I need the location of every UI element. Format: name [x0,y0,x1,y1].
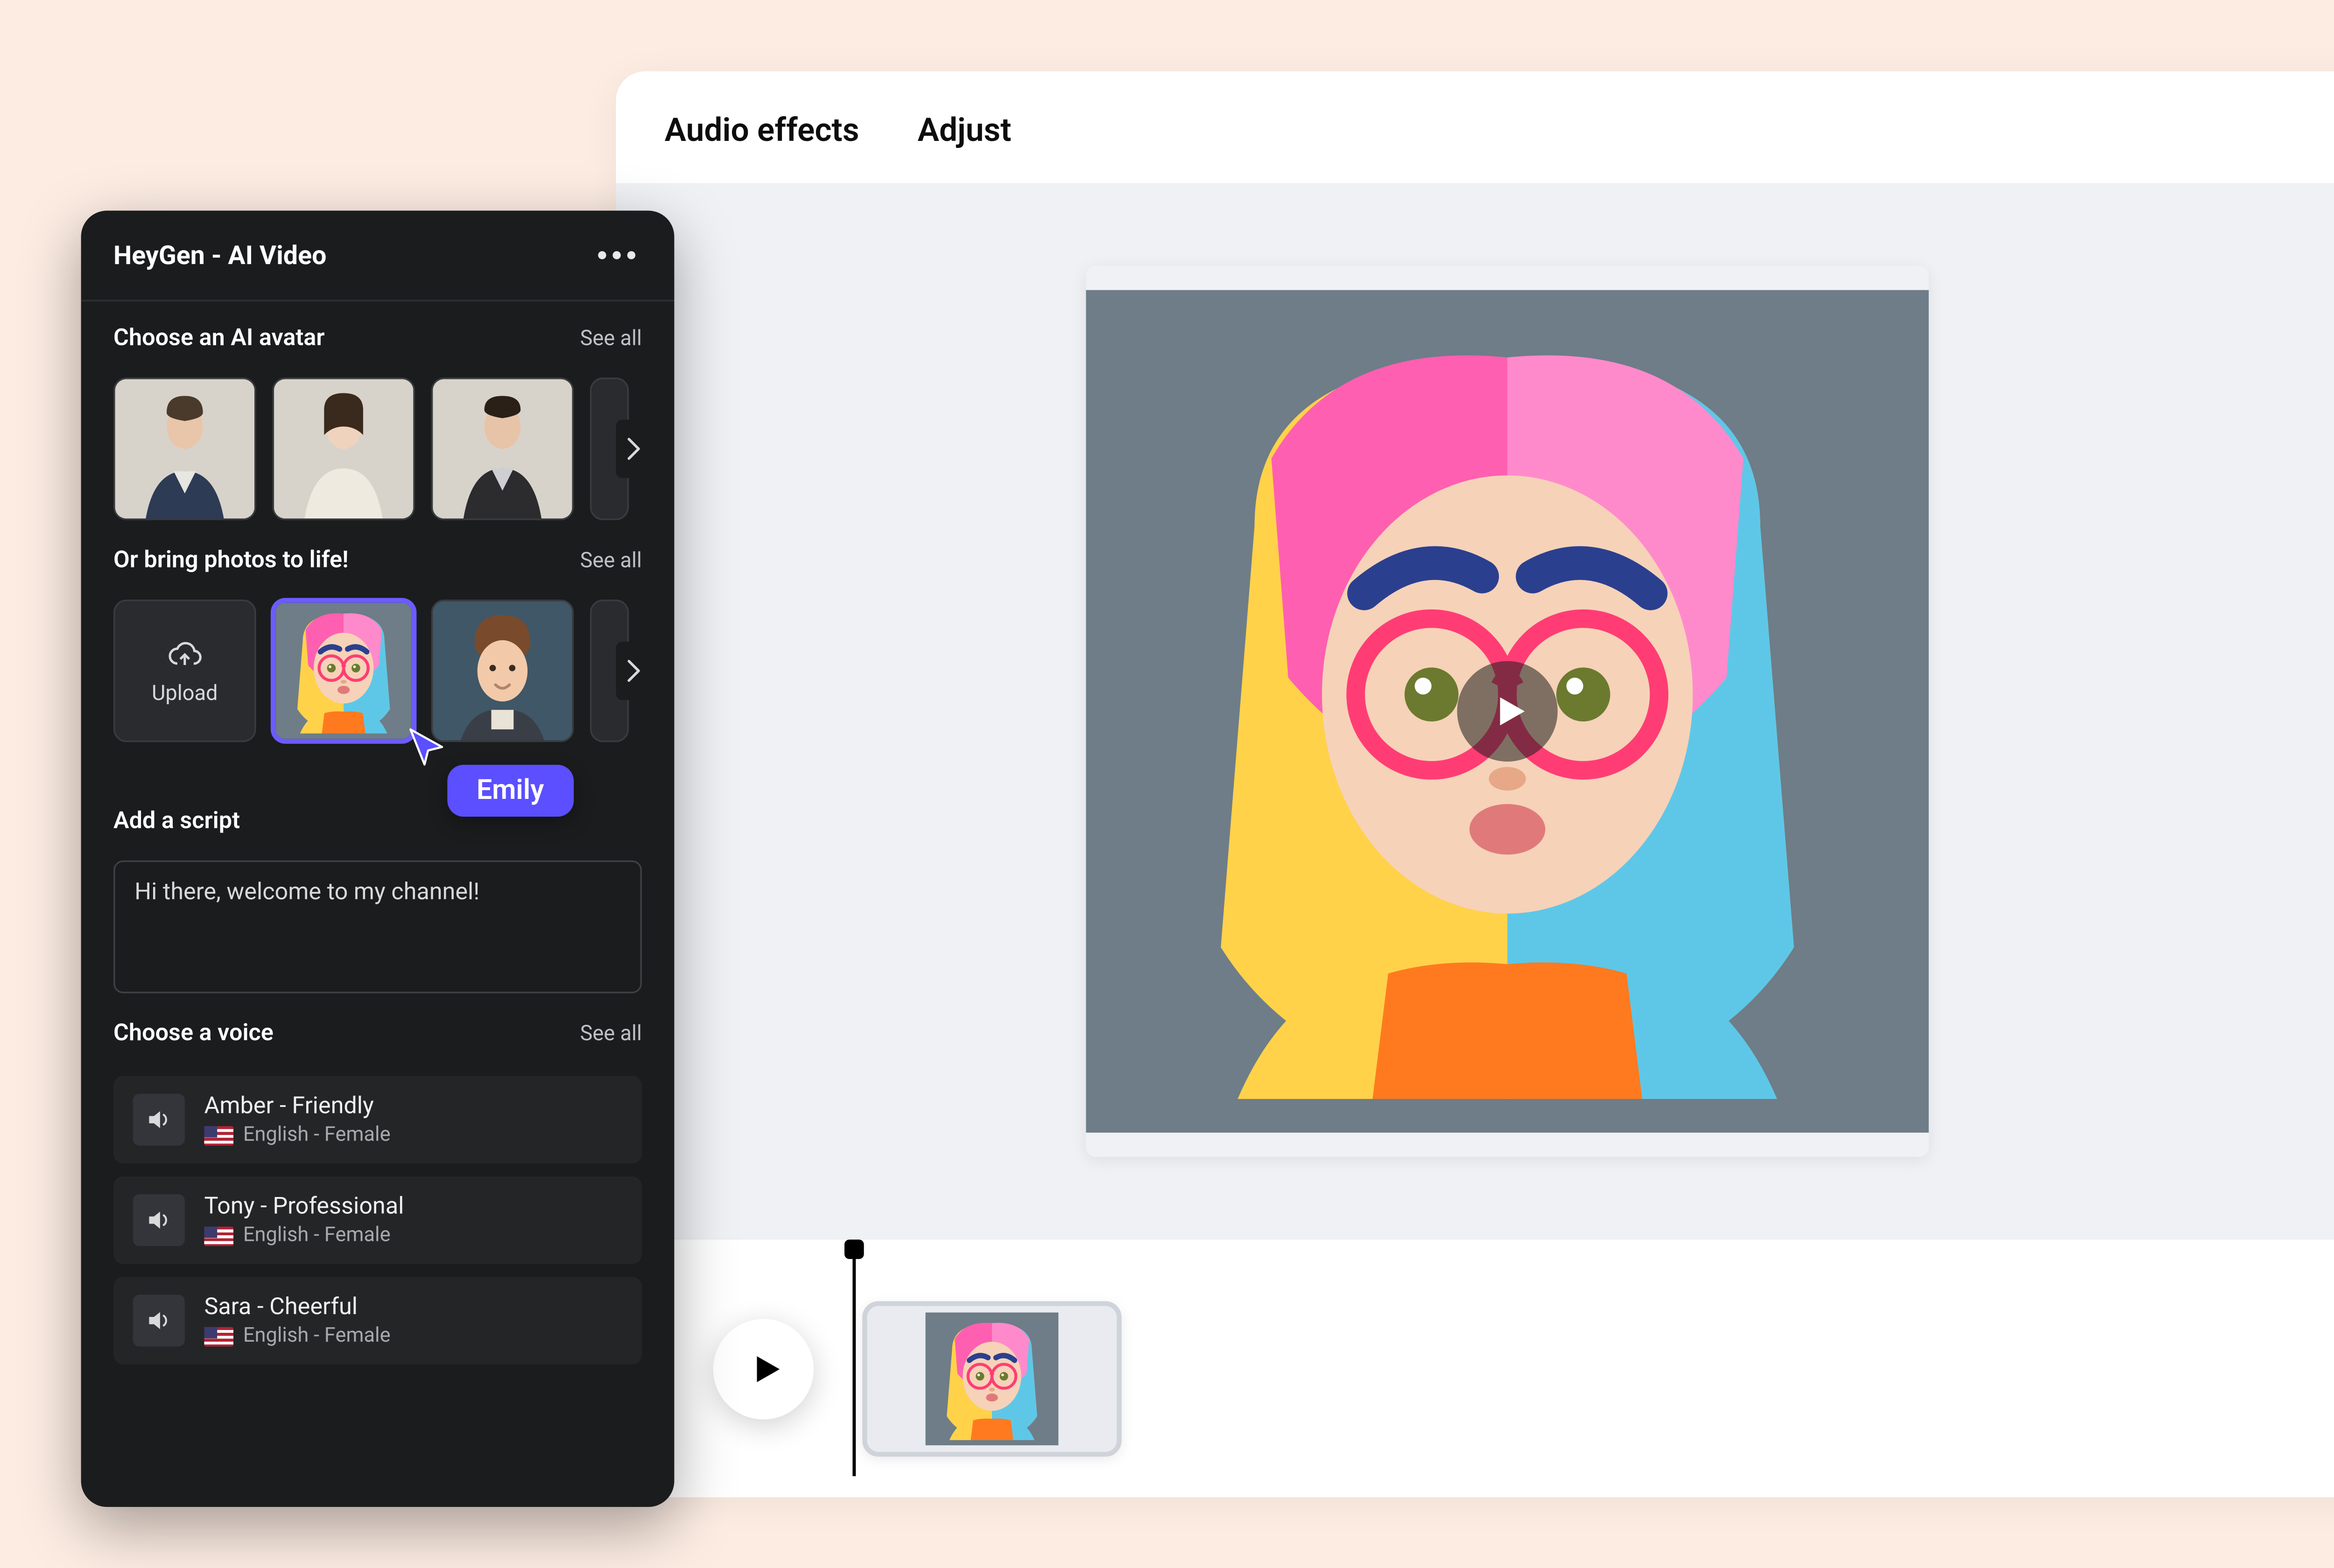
canvas-area[interactable] [616,183,2334,1238]
canvas-media[interactable] [1086,265,1929,1156]
avatar-card-3[interactable] [431,378,574,520]
tab-audio-effects[interactable]: Audio effects [665,110,859,149]
speaker-icon [133,1194,185,1246]
avatar-card-2[interactable] [272,378,415,520]
avatars-section-header: Choose an AI avatar See all [113,324,642,351]
script-input[interactable] [113,861,642,994]
flag-us-icon [204,1326,234,1346]
photo-upload-button[interactable]: Upload [113,600,256,742]
avatars-scroll-right[interactable] [616,420,651,478]
flag-us-icon [204,1226,234,1246]
more-dots-icon [598,251,606,259]
canvas-play-button[interactable] [1457,660,1558,761]
cloud-upload-icon [167,636,203,672]
speaker-icon [133,1295,185,1346]
photo-card-boy[interactable] [431,600,574,742]
photo-card-emily[interactable] [272,600,415,742]
panel-header: HeyGen - AI Video [81,210,675,301]
photos-section-header: Or bring photos to life! See all [113,546,642,574]
photos-heading: Or bring photos to life! [113,546,349,574]
voice-name: Amber - Friendly [204,1092,391,1120]
avatar-card-1[interactable] [113,378,256,520]
photos-row: Upload [113,600,642,742]
voice-item-tony[interactable]: Tony - Professional English - Female [113,1176,642,1264]
clip-thumbnail [874,1313,1111,1446]
avatars-row [113,378,642,520]
editor-tabs: Audio effects Adjust [616,71,2334,183]
voice-list: Amber - Friendly English - Female Tony -… [113,1076,642,1365]
voices-heading: Choose a voice [113,1019,274,1047]
panel-title: HeyGen - AI Video [113,240,326,271]
voice-lang: English - Female [204,1224,404,1248]
voice-item-sara[interactable]: Sara - Cheerful English - Female [113,1277,642,1365]
chevron-right-icon [627,659,640,682]
timeline-clip[interactable] [862,1301,1122,1456]
avatars-see-all[interactable]: See all [580,327,642,351]
voices-see-all[interactable]: See all [580,1022,642,1047]
timeline-playhead[interactable] [852,1249,856,1476]
play-icon [1490,689,1532,731]
voice-item-amber[interactable]: Amber - Friendly English - Female [113,1076,642,1164]
photos-see-all[interactable]: See all [580,549,642,574]
voice-name: Tony - Professional [204,1193,404,1220]
voice-lang: English - Female [204,1123,391,1147]
voice-lang: English - Female [204,1324,391,1348]
chevron-right-icon [627,438,640,461]
upload-label: Upload [152,681,218,706]
photos-scroll-right[interactable] [616,642,651,700]
panel-more-menu[interactable] [591,245,642,266]
speaker-icon [133,1094,185,1146]
timeline-play-button[interactable] [713,1318,814,1419]
heygen-panel: HeyGen - AI Video Choose an AI avatar Se… [81,210,675,1507]
tab-adjust[interactable]: Adjust [918,110,1012,149]
avatars-heading: Choose an AI avatar [113,324,324,351]
editor-window: Audio effects Adjust [616,71,2334,1498]
flag-us-icon [204,1125,234,1145]
voices-section-header: Choose a voice See all [113,1019,642,1047]
timeline[interactable] [616,1238,2334,1498]
script-heading: Add a script [113,807,642,834]
voice-name: Sara - Cheerful [204,1293,391,1321]
play-icon [746,1349,785,1388]
